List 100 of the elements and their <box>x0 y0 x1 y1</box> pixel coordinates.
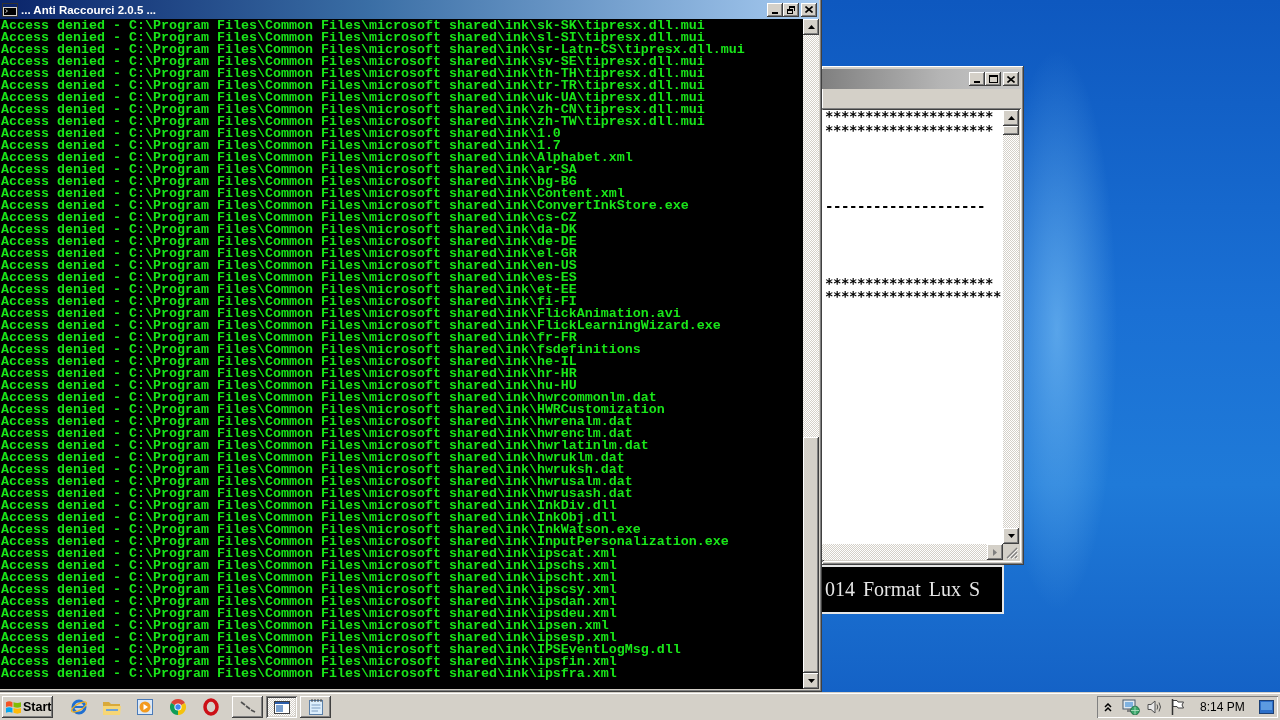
console-line: Access denied - C:\Program Files\Common Files\microsoft shared\ink\InputPersonalization.exe <box>1 536 730 548</box>
scroll-up-button[interactable] <box>1003 110 1019 126</box>
console-line: Access denied - C:\Program Files\Common Files\microsoft shared\ink\bg-BG <box>1 176 577 188</box>
console-line: Access denied - C:\Program Files\Common Files\microsoft shared\ink\he-IL <box>1 356 578 368</box>
console-line: Access denied - C:\Program Files\Common Files\microsoft shared\ink\ipscht.xml <box>1 572 618 584</box>
console-line: Access denied - C:\Program Files\Common Files\microsoft shared\ink\hu-HU <box>1 380 577 392</box>
taskbar-button[interactable] <box>232 696 263 718</box>
console-line: Access denied - C:\Program Files\Common Files\microsoft shared\ink\es-ES <box>1 272 578 284</box>
close-icon <box>805 6 813 13</box>
scroll-thumb[interactable] <box>1003 126 1019 135</box>
scroll-down-button[interactable] <box>1003 528 1019 544</box>
output-text: -------------------- <box>825 200 985 214</box>
console-line: Access denied - C:\Program Files\Common Files\microsoft shared\ink\InkWatson.exe <box>1 524 641 536</box>
console-line: Access denied - C:\Program Files\Common Files\microsoft shared\ink\da-DK <box>1 224 578 236</box>
console-line: Access denied - C:\Program Files\Common Files\microsoft shared\ink\ipsesp.xml <box>1 632 617 644</box>
console-icon <box>2 2 18 17</box>
scroll-up-button[interactable] <box>803 19 819 35</box>
dashed-line-icon <box>239 701 256 713</box>
scroll-down-button[interactable] <box>803 673 819 689</box>
down-arrow-icon <box>1007 534 1015 538</box>
taskbar-button[interactable] <box>300 696 331 718</box>
console-line: Access denied - C:\Program Files\Common Files\microsoft shared\ink\1.7 <box>1 140 561 152</box>
console-line: Access denied - C:\Program Files\Common Files\microsoft shared\ink\fi-FI <box>1 296 577 308</box>
console-line: Access denied - C:\Program Files\Common Files\microsoft shared\ink\ipsfra.xml <box>1 668 618 680</box>
console-line: Access denied - C:\Program Files\Common Files\microsoft shared\ink\hwrenalm.dat <box>1 416 634 428</box>
console-line: Access denied - C:\Program Files\Common Files\microsoft shared\ink\fsdefinitions <box>1 344 642 356</box>
console-line: Access denied - C:\Program Files\Common Files\microsoft shared\ink\HWRCustomization <box>1 404 666 416</box>
speaker-icon[interactable] <box>1147 699 1163 715</box>
console-line: Access denied - C:\Program Files\Common Files\microsoft shared\ink\hwrcommonlm.dat <box>1 392 657 404</box>
console-line: Access denied - C:\Program Files\Common Files\microsoft shared\ink\hwruksh.dat <box>1 464 625 476</box>
taskbar-button[interactable] <box>266 696 297 718</box>
notepad-icon <box>308 699 323 715</box>
console-line: Access denied - C:\Program Files\Common Files\microsoft shared\ink\ipscsy.xml <box>1 584 618 596</box>
console-line: Access denied - C:\Program Files\Common Files\microsoft shared\ink\ConvertInkStore.exe <box>1 200 690 212</box>
minimize-button[interactable] <box>767 2 783 17</box>
right-arrow-icon <box>993 548 997 556</box>
tiled-flag-icon <box>6 700 21 714</box>
start-button[interactable]: Start <box>2 696 53 718</box>
output-text: ********************* ********************* <box>825 110 993 137</box>
console-line: Access denied - C:\Program Files\Common Files\microsoft shared\ink\sl-SI\tipresx.dll.mui <box>1 32 705 44</box>
up-arrow-icon <box>1007 116 1015 120</box>
minimize-icon <box>772 11 778 14</box>
console-line: Access denied - C:\Program Files\Common Files\microsoft shared\ink\Alphabet.xml <box>1 152 634 164</box>
console-line: Access denied - C:\Program Files\Common Files\microsoft shared\ink\hr-HR <box>1 368 578 380</box>
close-button[interactable] <box>801 2 817 17</box>
banner-text: 014 Format Lux S <box>825 578 981 601</box>
console-line: Access denied - C:\Program Files\Common Files\microsoft shared\ink\ipsen.xml <box>1 620 609 632</box>
console-line: Access denied - C:\Program Files\Common Files\microsoft shared\ink\uk-UA\tipresx.dll.mui <box>1 92 706 104</box>
console-line: Access denied - C:\Program Files\Common Files\microsoft shared\ink\hwrlatinlm.dat <box>1 440 650 452</box>
console-line: Access denied - C:\Program Files\Common Files\microsoft shared\ink\hwrenclm.dat <box>1 428 633 440</box>
restore-button[interactable] <box>783 2 799 17</box>
console-line: Access denied - C:\Program Files\Common Files\microsoft shared\ink\ipschs.xml <box>1 560 618 572</box>
close-button[interactable] <box>1003 72 1019 86</box>
restore-icon <box>787 5 795 14</box>
console-line: Access denied - C:\Program Files\Common Files\microsoft shared\ink\ipsdan.xml <box>1 596 618 608</box>
console-line: Access denied - C:\Program Files\Common Files\microsoft shared\ink\ipsfin.xml <box>1 656 617 668</box>
console-line: Access denied - C:\Program Files\Common Files\microsoft shared\ink\hwrusash.dat <box>1 488 634 500</box>
console-line: Access denied - C:\Program Files\Common Files\microsoft shared\ink\InkObj.dll <box>1 512 617 524</box>
close-icon <box>1007 75 1015 83</box>
minimize-icon <box>974 81 980 83</box>
console-line: Access denied - C:\Program Files\Common Files\microsoft shared\ink\hwruklm.dat <box>1 452 626 464</box>
screen-icon[interactable] <box>1259 700 1274 714</box>
window-icon <box>273 700 290 714</box>
console-line: Access denied - C:\Program Files\Common Files\microsoft shared\ink\1.0 <box>1 128 561 140</box>
oval-ring-icon[interactable] <box>202 698 219 716</box>
network-icon[interactable] <box>1122 699 1140 715</box>
console-line: Access denied - C:\Program Files\Common Files\microsoft shared\ink\el-GR <box>1 248 578 260</box>
double-chevron-icon[interactable] <box>1104 702 1112 712</box>
maximize-icon <box>988 75 998 83</box>
flag-icon[interactable] <box>1171 699 1184 715</box>
scroll-thumb[interactable] <box>803 437 819 673</box>
minimize-button[interactable] <box>969 72 985 86</box>
console-line: Access denied - C:\Program Files\Common Files\microsoft shared\ink\zh-TW\tipresx.dll.mui <box>1 116 706 128</box>
scroll-right-button[interactable] <box>987 544 1003 560</box>
globe-orbit-icon[interactable] <box>69 698 88 716</box>
console-line: Access denied - C:\Program Files\Common Files\microsoft shared\ink\sk-SK\tipresx.dll.mui <box>1 20 706 32</box>
console-line: Access denied - C:\Program Files\Common Files\microsoft shared\ink\fr-FR <box>1 332 577 344</box>
play-icon[interactable] <box>136 699 153 715</box>
output-text: ********************* ********************** <box>825 276 1001 304</box>
size-grip-icon[interactable] <box>1006 547 1018 559</box>
window-title: ... Anti Raccourci 2.0.5 ... <box>21 3 157 16</box>
console-line: Access denied - C:\Program Files\Common Files\microsoft shared\ink\ipscat.xml <box>1 548 617 560</box>
console-line: Access denied - C:\Program Files\Common Files\microsoft shared\ink\en-US <box>1 260 578 272</box>
console-line: Access denied - C:\Program Files\Common Files\microsoft shared\ink\InkDiv.dll <box>1 500 618 512</box>
clock-time[interactable]: 8:14 PM <box>1200 700 1245 714</box>
console-line: Access denied - C:\Program Files\Common Files\microsoft shared\ink\de-DE <box>1 236 578 248</box>
console-line: Access denied - C:\Program Files\Common Files\microsoft shared\ink\hwrusalm.dat <box>1 476 634 488</box>
segmented-circle-icon[interactable] <box>169 699 186 715</box>
maximize-button[interactable] <box>985 72 1001 86</box>
console-line: Access denied - C:\Program Files\Common Files\microsoft shared\ink\FlickLearningWizard.exe <box>1 320 722 332</box>
console-line: Access denied - C:\Program Files\Common Files\microsoft shared\ink\th-TH\tipresx.dll.mui <box>1 68 706 80</box>
console-line: Access denied - C:\Program Files\Common Files\microsoft shared\ink\et-EE <box>1 284 578 296</box>
console-line: Access denied - C:\Program Files\Common Files\microsoft shared\ink\ipsdeu.xml <box>1 608 618 620</box>
console-line: Access denied - C:\Program Files\Common Files\microsoft shared\ink\sr-Latn-CS\tipresx.dll.mui <box>1 44 746 56</box>
console-line: Access denied - C:\Program Files\Common Files\microsoft shared\ink\cs-CZ <box>1 212 578 224</box>
console-line: Access denied - C:\Program Files\Common Files\microsoft shared\ink\ar-SA <box>1 164 577 176</box>
console-line: Access denied - C:\Program Files\Common Files\microsoft shared\ink\FlickAnimation.avi <box>1 308 681 320</box>
console-line: Access denied - C:\Program Files\Common Files\microsoft shared\ink\sv-SE\tipresx.dll.mui <box>1 56 705 68</box>
down-arrow-icon <box>807 679 815 683</box>
up-arrow-icon <box>807 25 815 29</box>
